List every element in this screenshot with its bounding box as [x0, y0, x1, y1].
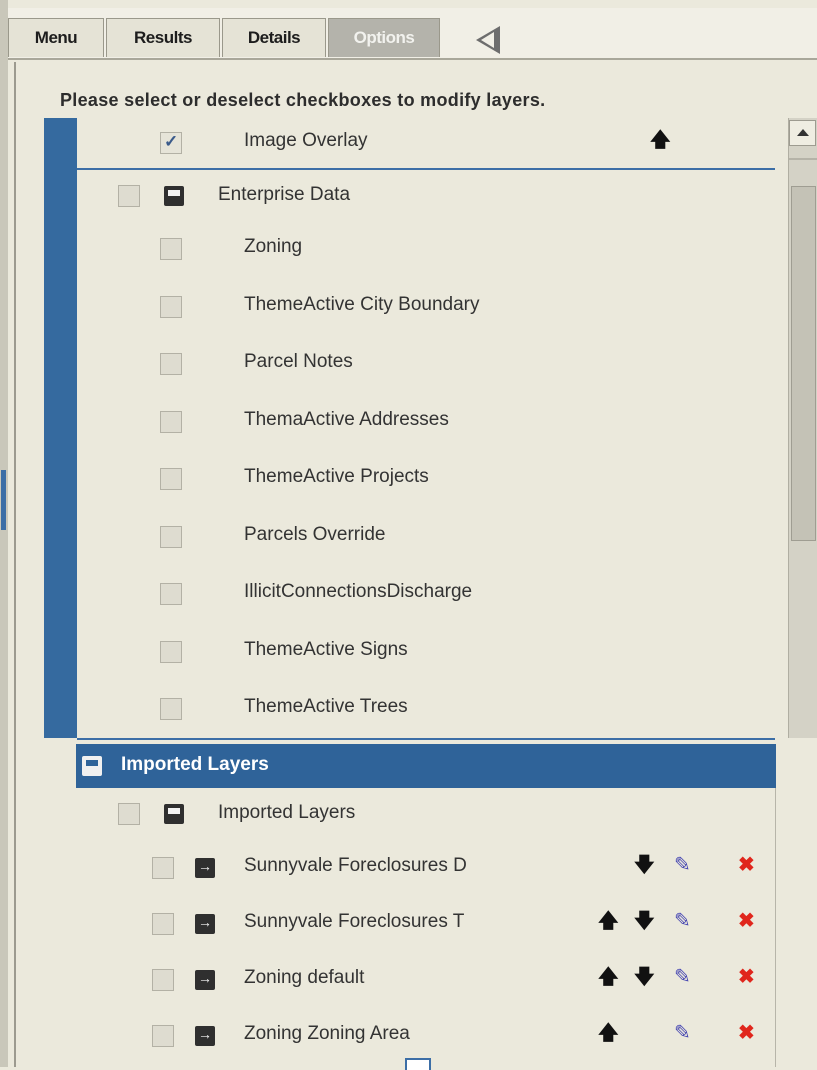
imported-layer-label: Sunnyvale Foreclosures D [244, 855, 467, 876]
imported-layers-header[interactable]: Imported Layers [76, 744, 776, 788]
panel-border [14, 62, 16, 1067]
layer-checkbox[interactable] [160, 238, 182, 260]
collapse-panel-icon[interactable] [476, 26, 500, 54]
layer-label: ThemeActive City Boundary [244, 293, 480, 315]
imported-layer-checkbox[interactable] [152, 969, 174, 991]
bottom-checkbox-partial[interactable] [405, 1058, 431, 1070]
layer-checkbox[interactable] [160, 353, 182, 375]
imported-layers-checkbox[interactable] [118, 803, 140, 825]
layer-checkbox[interactable] [160, 640, 182, 663]
layer-checkbox[interactable] [160, 698, 182, 720]
imported-layer-label: Zoning default [244, 967, 365, 988]
up-arrow-icon[interactable]: 🡅 [598, 911, 619, 931]
layer-checkbox[interactable] [160, 583, 182, 605]
layer-checkbox[interactable] [160, 468, 182, 490]
imported-layer-label: Sunnyvale Foreclosures T [244, 911, 465, 932]
remove-icon[interactable]: ✖ [738, 911, 755, 931]
expand-layer-icon[interactable] [195, 914, 215, 934]
tab-details[interactable]: Details [222, 18, 326, 57]
right-gutter [775, 788, 817, 1067]
remove-icon[interactable]: ✖ [738, 1023, 755, 1043]
edit-style-icon[interactable]: ✎ [674, 911, 691, 931]
layer-label: Parcel Notes [244, 351, 353, 372]
collapse-group-icon[interactable] [164, 804, 184, 824]
edit-style-icon[interactable]: ✎ [674, 855, 691, 875]
enterprise-data-checkbox[interactable] [118, 185, 140, 207]
layer-checkbox[interactable] [160, 410, 182, 433]
collapse-section-icon[interactable] [82, 756, 102, 776]
layer-checkbox[interactable] [160, 525, 182, 548]
edit-style-icon[interactable]: ✎ [674, 967, 691, 987]
down-arrow-icon[interactable]: 🡇 [634, 911, 655, 931]
remove-icon[interactable]: ✖ [738, 967, 755, 987]
layer-checkbox[interactable] [160, 295, 182, 318]
layer-label: Zoning [244, 236, 303, 257]
imported-layers-label: Imported Layers [218, 802, 356, 823]
section-divider [77, 168, 775, 170]
expand-layer-icon[interactable] [195, 1026, 215, 1046]
layer-label: ThemaActive Addresses [244, 408, 449, 430]
imported-layer-checkbox[interactable] [152, 1025, 174, 1047]
instruction-text: Please select or deselect checkboxes to … [60, 90, 546, 110]
resize-handle[interactable] [1, 470, 6, 530]
scroll-up-icon[interactable] [789, 120, 816, 146]
up-arrow-icon[interactable]: 🡅 [598, 967, 619, 987]
enterprise-data-label: Enterprise Data [218, 184, 351, 205]
up-arrow-icon[interactable]: 🡅 [598, 1023, 619, 1043]
window-left-edge [0, 0, 8, 1067]
imported-layer-checkbox[interactable] [152, 857, 174, 879]
imported-layer-label: Zoning Zoning Area [244, 1023, 410, 1044]
layer-label: Parcels Override [244, 523, 386, 545]
tab-results[interactable]: Results [106, 18, 220, 57]
layer-label: ThemeActive Projects [244, 466, 429, 487]
tree-gutter [44, 118, 77, 738]
section-divider [77, 738, 775, 740]
scroll-thumb[interactable] [791, 186, 816, 541]
edit-style-icon[interactable]: ✎ [674, 1023, 691, 1043]
layer-label: ThemeActive Trees [244, 696, 408, 717]
up-arrow-icon[interactable]: 🡅 [650, 130, 671, 150]
layers-scrollbar[interactable] [788, 118, 817, 738]
tab-options[interactable]: Options [328, 18, 440, 57]
tab-menu[interactable]: Menu [8, 18, 104, 57]
expand-layer-icon[interactable] [195, 970, 215, 990]
tab-bar: Menu Results Details Options [8, 8, 817, 60]
remove-icon[interactable]: ✖ [738, 855, 755, 875]
layer-label: ThemeActive Signs [244, 638, 408, 660]
imported-layer-checkbox[interactable] [152, 913, 174, 935]
down-arrow-icon[interactable]: 🡇 [634, 967, 655, 987]
layer-label: IllicitConnectionsDischarge [244, 581, 473, 602]
down-arrow-icon[interactable]: 🡇 [634, 855, 655, 875]
collapse-group-icon[interactable] [164, 186, 184, 206]
imported-header-title: Imported Layers [121, 754, 269, 775]
scroll-track-divider [789, 158, 817, 160]
expand-layer-icon[interactable] [195, 858, 215, 878]
image-overlay-checkbox[interactable] [160, 132, 182, 154]
image-overlay-label: Image Overlay [244, 130, 368, 151]
